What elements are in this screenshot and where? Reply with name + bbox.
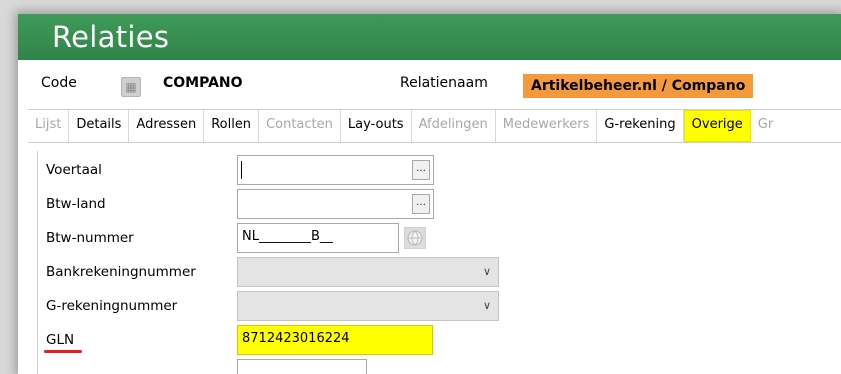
- g-rekeningnummer-label: G-rekeningnummer: [46, 298, 178, 314]
- code-lookup-icon[interactable]: ▦: [121, 77, 141, 97]
- chevron-down-icon[interactable]: ∨: [481, 266, 493, 278]
- voertaal-browse-button[interactable]: …: [412, 160, 430, 180]
- globe-icon[interactable]: [403, 226, 427, 250]
- tab-lijst[interactable]: Lijst: [28, 110, 70, 142]
- code-label: Code: [41, 75, 77, 91]
- tab-details[interactable]: Details: [69, 110, 130, 142]
- tab-afdelingen[interactable]: Afdelingen: [412, 110, 496, 142]
- tab-medewerkers[interactable]: Medewerkers: [496, 110, 598, 142]
- tab-rollen[interactable]: Rollen: [204, 110, 260, 142]
- g-rekeningnummer-select[interactable]: [237, 291, 499, 321]
- window-title: Relaties: [52, 20, 170, 54]
- relaties-window: Relaties Code ▦ COMPANO Relatienaam Arti…: [18, 14, 841, 374]
- voertaal-label: Voertaal: [46, 162, 102, 178]
- tab-contacten[interactable]: Contacten: [259, 110, 341, 142]
- btw-land-input[interactable]: [237, 189, 434, 219]
- relatienaam-value: Artikelbeheer.nl / Compano: [523, 74, 754, 98]
- code-value: COMPANO: [163, 75, 243, 91]
- gln-label: GLN: [46, 332, 75, 348]
- btw-nummer-input[interactable]: NL________B__: [237, 223, 399, 253]
- chevron-down-icon[interactable]: ∨: [481, 300, 493, 312]
- relatienaam-label: Relatienaam: [400, 75, 488, 91]
- tab-overige[interactable]: Overige: [683, 110, 751, 142]
- gln-red-underline: [44, 350, 82, 353]
- btw-land-label: Btw-land: [46, 196, 106, 212]
- title-bar: Relaties: [18, 14, 841, 60]
- text-caret: [241, 161, 242, 179]
- gln-input[interactable]: 8712423016224: [237, 325, 433, 355]
- bankrekeningnummer-label: Bankrekeningnummer: [46, 264, 196, 280]
- voertaal-input[interactable]: [237, 155, 434, 185]
- next-field-input[interactable]: [237, 359, 367, 374]
- tab-gr[interactable]: Gr: [751, 110, 780, 142]
- tab-lay-outs[interactable]: Lay-outs: [341, 110, 412, 142]
- bankrekeningnummer-select[interactable]: [237, 257, 499, 287]
- tab-g-rekening[interactable]: G-rekening: [597, 110, 684, 142]
- tab-bar: Lijst Details Adressen Rollen Contacten …: [28, 109, 841, 143]
- btw-land-browse-button[interactable]: …: [412, 194, 430, 214]
- tab-adressen[interactable]: Adressen: [129, 110, 205, 142]
- panel-divider: [37, 151, 38, 374]
- btw-nummer-label: Btw-nummer: [46, 230, 134, 246]
